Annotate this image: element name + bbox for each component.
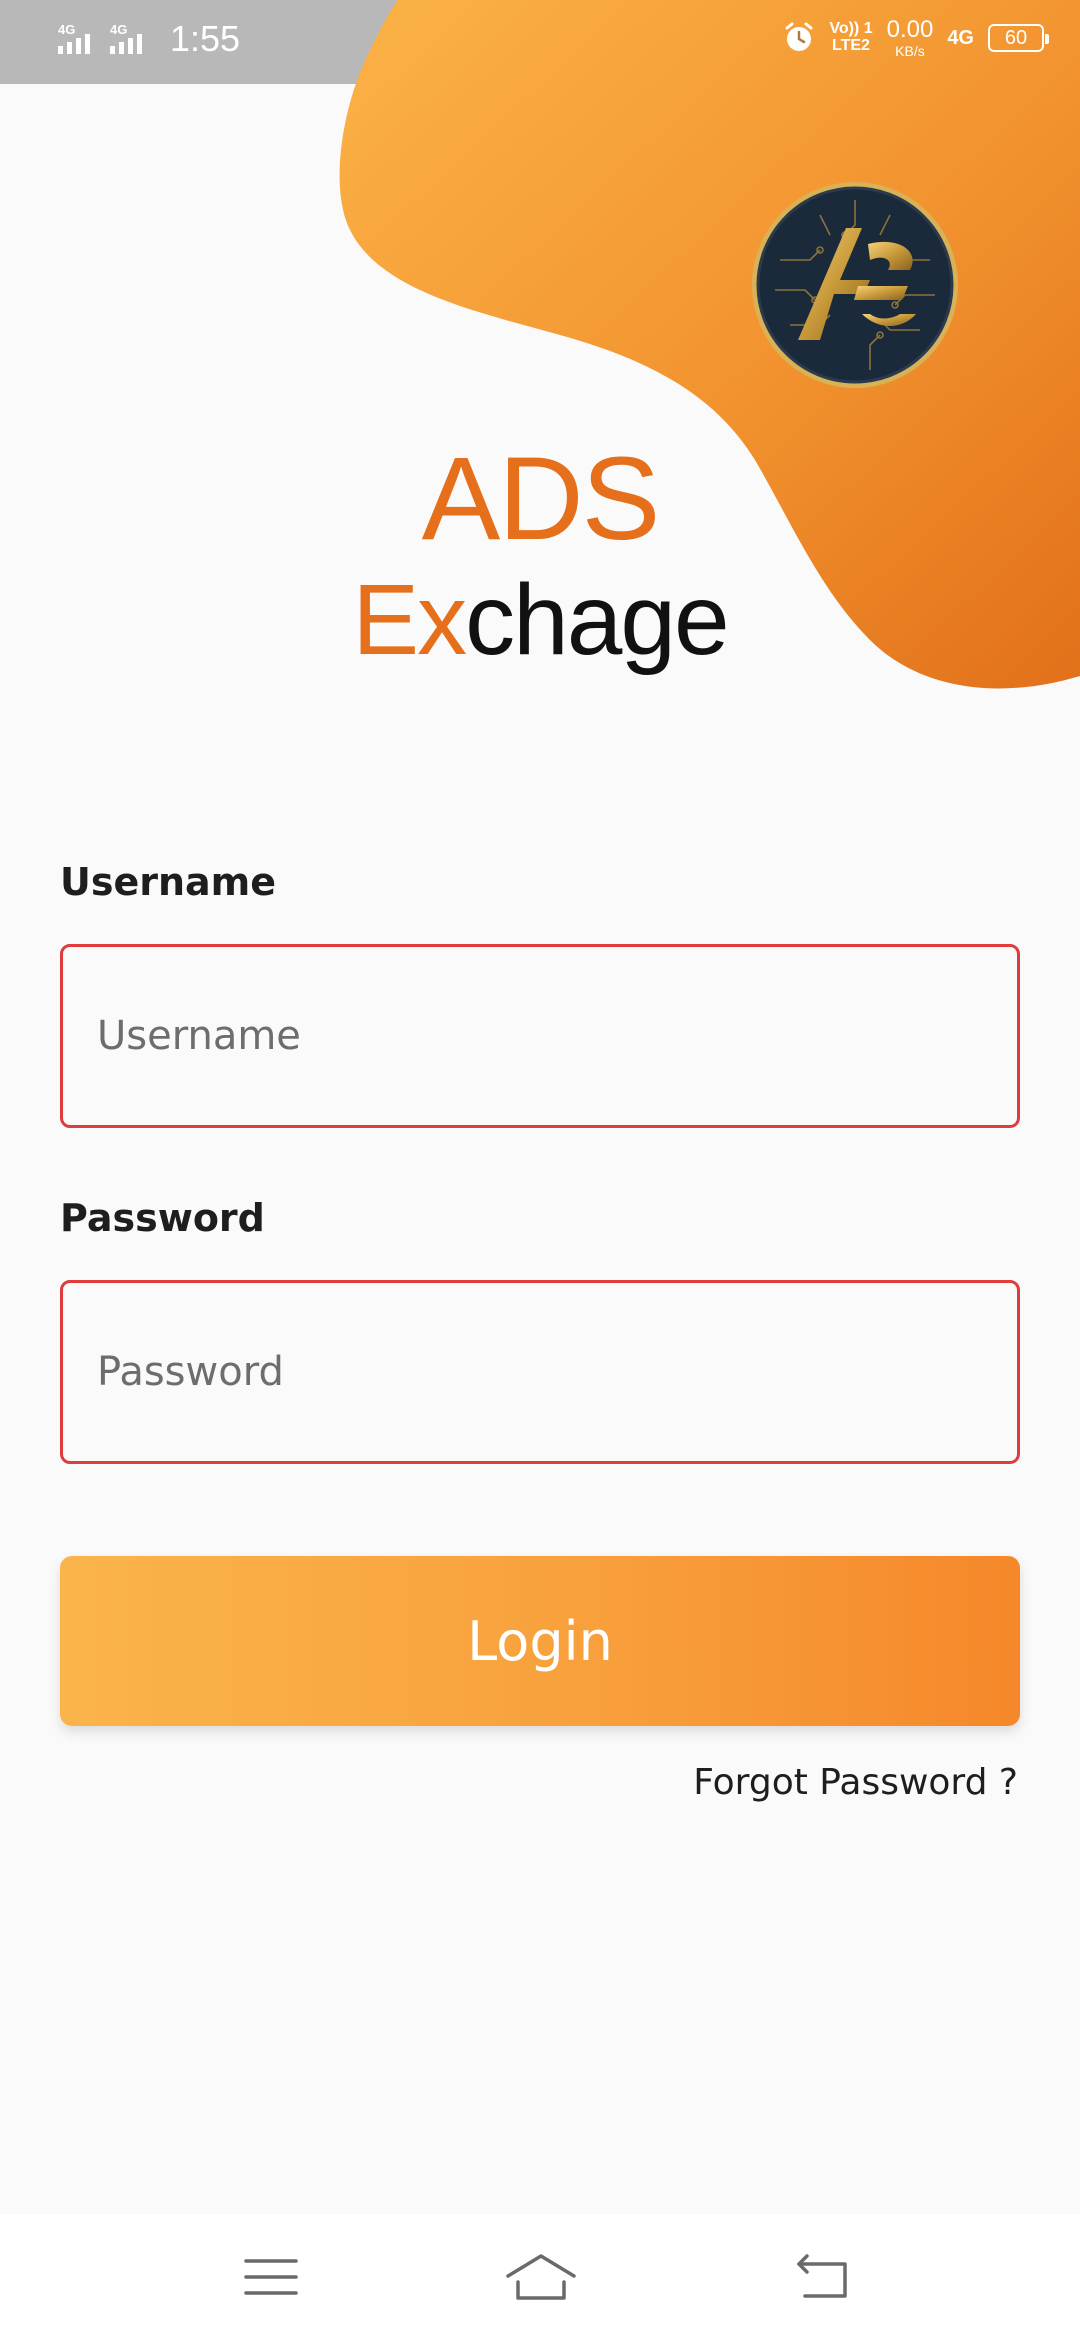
system-navigation-bar	[0, 2214, 1080, 2340]
alarm-icon	[785, 22, 813, 51]
network-speed: 0.00 KB/s	[886, 16, 934, 59]
brand-title-highlight: Ex	[352, 564, 467, 676]
network-label-1: 4G	[58, 22, 75, 37]
home-icon	[506, 2254, 576, 2300]
login-button[interactable]: Login	[60, 1556, 1020, 1726]
back-icon	[797, 2254, 847, 2298]
password-label: Password	[60, 1196, 265, 1240]
status-bar-content: 4G 4G 1:55 Vo)) 1 LTE2 0.00 KB/s 4G 60	[0, 0, 1080, 84]
volte-indicator: Vo)) 1 LTE2	[829, 20, 873, 55]
network-label-3: 4G	[947, 27, 974, 49]
username-field[interactable]	[60, 944, 1020, 1128]
password-input[interactable]	[63, 1283, 1017, 1461]
brand-title-exchange: Exchage	[0, 570, 1080, 670]
network-label-2: 4G	[110, 22, 127, 37]
login-screen: 4G 4G 1:55 Vo)) 1 LTE2 0.00 KB/s 4G 60 A…	[0, 0, 1080, 2340]
battery-level: 60	[1004, 26, 1028, 49]
menu-button[interactable]	[226, 2244, 316, 2310]
back-button[interactable]	[778, 2244, 868, 2310]
password-field[interactable]	[60, 1280, 1020, 1464]
speed-value: 0.00	[886, 16, 934, 43]
status-time: 1:55	[170, 18, 241, 59]
username-label: Username	[60, 860, 277, 904]
signal-icon: 4G	[110, 22, 142, 54]
brand-title-ads: ADS	[421, 433, 661, 565]
signal-icon: 4G	[58, 22, 90, 54]
brand-title-rest: chage	[465, 564, 729, 676]
forgot-password-link[interactable]: Forgot Password ?	[693, 1762, 1018, 1803]
username-input[interactable]	[63, 947, 1017, 1125]
volte-label: Vo)) 1	[829, 20, 873, 38]
battery-icon: 60	[988, 24, 1049, 52]
menu-icon	[244, 2259, 298, 2295]
ae-coin-logo	[752, 182, 958, 388]
speed-unit: KB/s	[895, 43, 925, 59]
home-button[interactable]	[496, 2244, 586, 2310]
lte-label: LTE2	[831, 37, 870, 54]
